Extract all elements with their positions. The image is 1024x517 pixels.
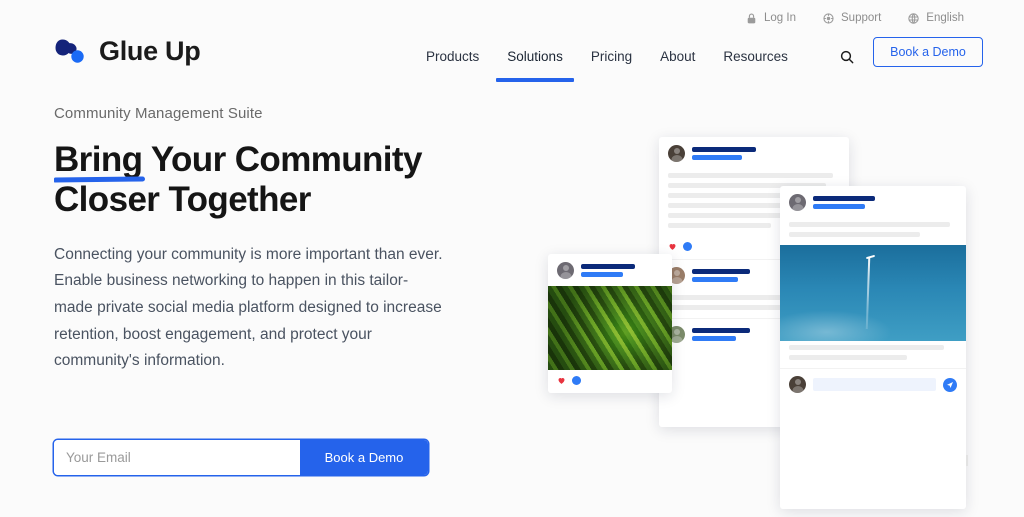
placeholder-bar xyxy=(692,155,742,160)
utility-item-support-label: Support xyxy=(841,12,882,24)
book-a-demo-header-button[interactable]: Book a Demo xyxy=(873,37,983,67)
nav-item-pricing[interactable]: Pricing xyxy=(577,26,646,86)
like-icon xyxy=(572,376,581,385)
placeholder-bar xyxy=(813,196,875,201)
placeholder-bar xyxy=(692,277,738,282)
placeholder-bar xyxy=(789,345,944,350)
feed-card-header xyxy=(780,186,966,218)
placeholder-name-lines xyxy=(692,269,750,282)
nav-item-products-label: Products xyxy=(426,48,480,64)
placeholder-bar xyxy=(668,173,834,178)
placeholder-name-lines xyxy=(581,264,635,277)
placeholder-bar xyxy=(789,232,921,237)
utility-item-language[interactable]: English xyxy=(907,12,964,25)
feed-card-body xyxy=(780,218,966,245)
nav-item-solutions-label: Solutions xyxy=(507,48,563,64)
placeholder-bar xyxy=(581,272,623,277)
placeholder-bar xyxy=(692,336,736,341)
utility-item-login-label: Log In xyxy=(764,12,796,24)
headline-highlight: Bring xyxy=(54,140,143,179)
scroll-indicator xyxy=(966,455,968,466)
book-a-demo-button[interactable]: Book a Demo xyxy=(300,440,428,475)
site-logo-text: Glue Up xyxy=(99,35,201,66)
send-icon[interactable] xyxy=(943,377,957,392)
placeholder-name-lines xyxy=(692,328,750,341)
avatar xyxy=(668,145,685,162)
lock-icon xyxy=(745,12,758,25)
hero-illustration xyxy=(520,110,1024,517)
reaction-row[interactable] xyxy=(548,370,672,393)
nav-item-pricing-label: Pricing xyxy=(590,48,633,64)
feed-card-right xyxy=(780,186,966,509)
lifebuoy-icon xyxy=(822,12,835,25)
airplane-shape xyxy=(865,254,875,259)
heart-icon xyxy=(557,376,566,385)
placeholder-bar xyxy=(581,264,635,269)
feed-card-body xyxy=(780,341,966,368)
main-nav: Products Solutions Pricing About Resourc… xyxy=(412,26,802,86)
avatar xyxy=(789,376,806,393)
nav-item-solutions[interactable]: Solutions xyxy=(493,26,577,86)
hero-eyebrow: Community Management Suite xyxy=(54,105,263,122)
hero-description: Connecting your community is more import… xyxy=(54,245,443,370)
avatar xyxy=(557,262,574,279)
feed-card-left xyxy=(548,254,672,393)
nav-item-about[interactable]: About xyxy=(646,26,709,86)
placeholder-bar xyxy=(692,269,750,274)
placeholder-bar xyxy=(668,223,772,228)
utility-item-support[interactable]: Support xyxy=(822,12,881,25)
cloud-shape xyxy=(780,310,892,341)
utility-item-login[interactable]: Log In xyxy=(745,12,796,25)
site-logo[interactable]: Glue Up xyxy=(54,34,201,68)
nav-item-about-label: About xyxy=(660,48,696,64)
placeholder-name-lines xyxy=(813,196,875,209)
placeholder-bar xyxy=(789,222,951,227)
feed-card-header xyxy=(548,254,672,286)
hero-text-block: Community Management Suite Bring Your Co… xyxy=(54,105,484,375)
feed-card-header xyxy=(659,137,849,169)
landing-page: Log In Support English Glue Up Products … xyxy=(0,0,1024,517)
comment-composer[interactable] xyxy=(780,368,966,400)
placeholder-bar xyxy=(692,147,756,152)
email-signup-form: Book a Demo xyxy=(54,440,428,475)
avatar xyxy=(789,194,806,211)
nav-item-resources-label: Resources xyxy=(723,48,788,64)
utility-item-language-label: English xyxy=(926,12,964,24)
globe-icon xyxy=(907,12,920,25)
placeholder-bar xyxy=(692,328,750,333)
placeholder-name-lines xyxy=(692,147,756,160)
page-title: Bring Your Community Closer Together xyxy=(54,140,484,220)
comment-input[interactable] xyxy=(813,378,936,391)
email-field[interactable] xyxy=(54,440,300,475)
glueup-logo-mark-icon xyxy=(54,34,90,68)
search-icon[interactable] xyxy=(834,44,860,70)
placeholder-bar xyxy=(789,355,907,360)
green-plant-photo xyxy=(548,286,672,370)
like-icon xyxy=(683,242,692,251)
placeholder-bar xyxy=(813,204,865,209)
heart-icon xyxy=(668,242,677,251)
nav-item-products[interactable]: Products xyxy=(412,26,493,86)
nav-item-resources[interactable]: Resources xyxy=(709,26,802,86)
sky-airplane-photo xyxy=(780,245,966,341)
site-header: Glue Up Products Solutions Pricing About… xyxy=(0,26,1024,86)
